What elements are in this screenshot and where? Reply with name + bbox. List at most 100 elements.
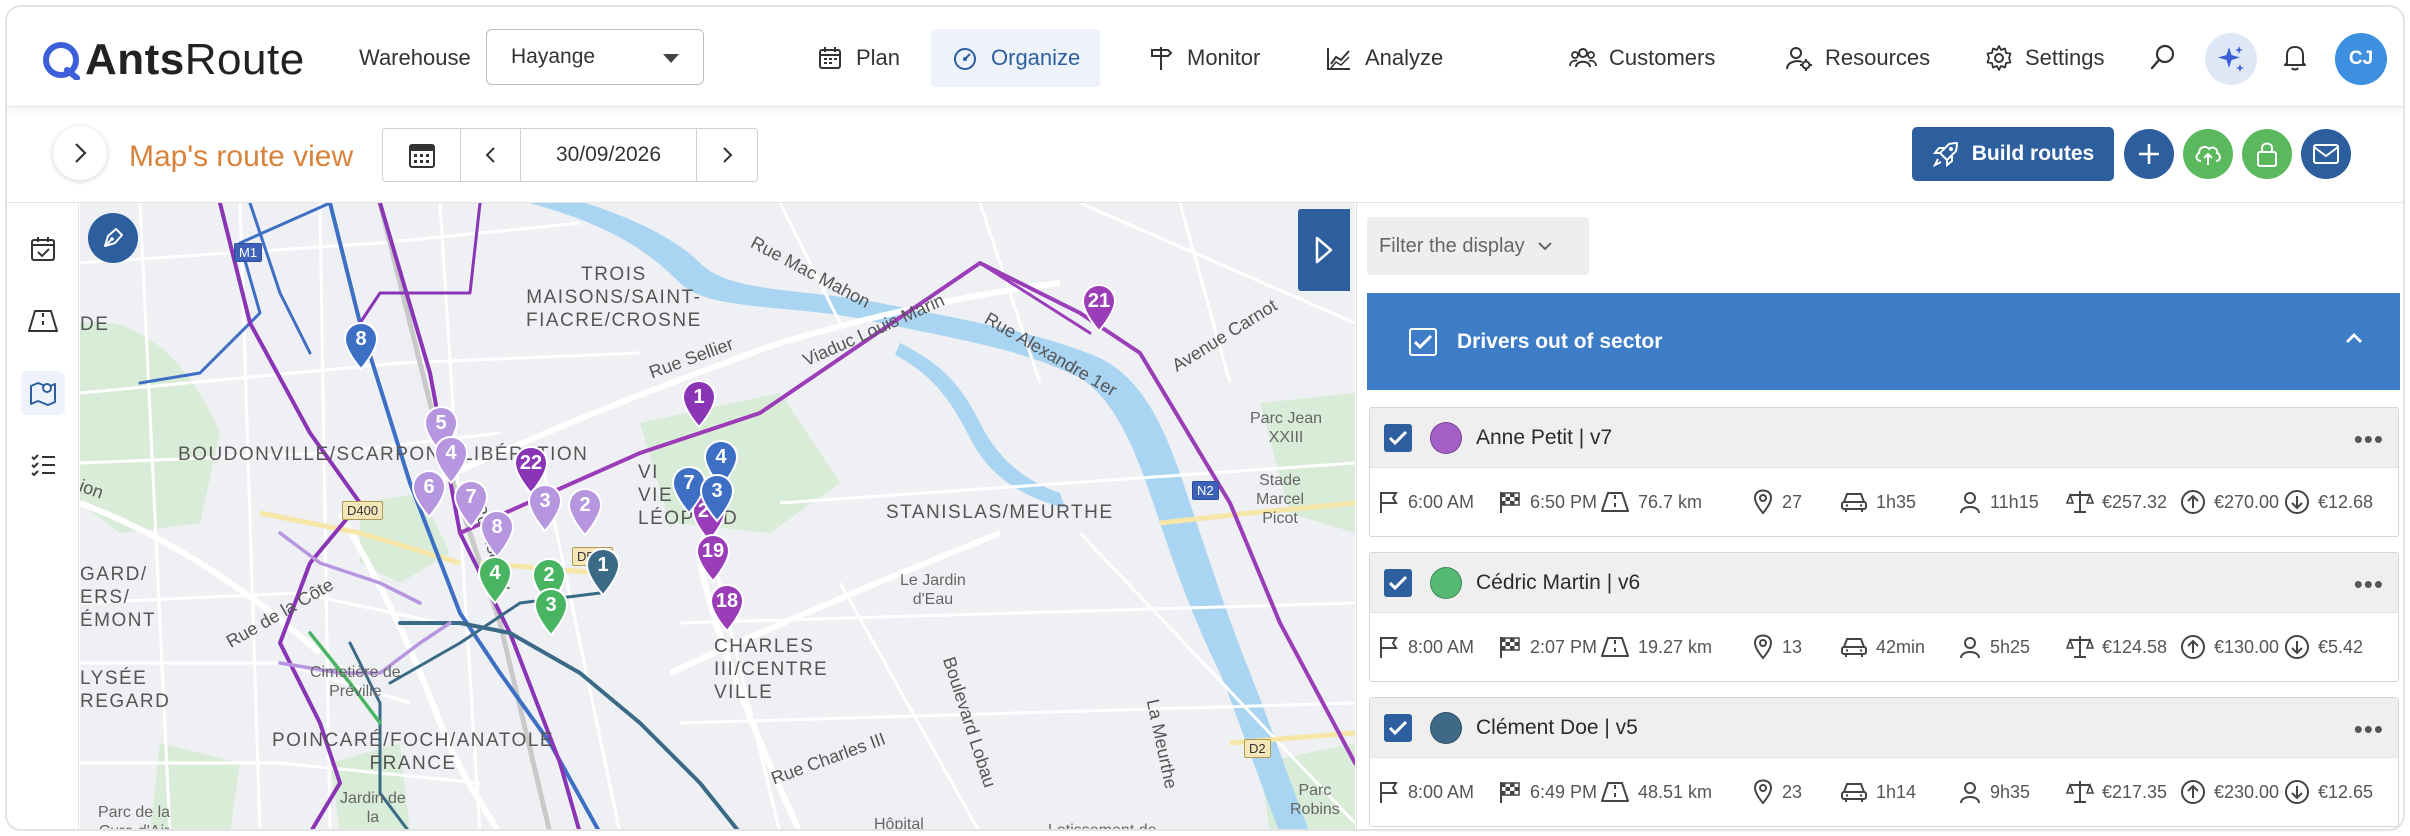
users-icon — [1569, 48, 1597, 68]
driver-card[interactable]: Clément Doe | v5 ••• 8:00 AM 6:49 PM 48.51 k… — [1369, 697, 2399, 827]
brand-name: AntsRoute — [85, 35, 305, 84]
flag-icon — [1380, 492, 1398, 513]
stop-marker[interactable]: 6 — [410, 469, 448, 519]
stat-value: €5.42 — [2318, 636, 2364, 657]
rail-tasks-button[interactable] — [21, 227, 65, 271]
stop-marker[interactable]: 3 — [532, 587, 570, 637]
nav-plan-label: Plan — [856, 45, 901, 70]
stop-marker[interactable]: 4 — [476, 555, 514, 605]
chevron-up-icon[interactable] — [2344, 331, 2364, 345]
map-draw-button[interactable] — [88, 213, 138, 263]
driver-card[interactable]: Anne Petit | v7 ••• 6:00 AM 6:50 PM 76.7 km 2… — [1369, 407, 2399, 537]
road-icon — [1601, 782, 1629, 802]
stat-drive-time: 42min — [1840, 613, 1925, 681]
stat-cost: €257.32 — [2066, 468, 2167, 536]
more-options-button[interactable]: ••• — [2354, 569, 2384, 600]
mail-icon — [2313, 144, 2339, 164]
notifications-button[interactable] — [2275, 37, 2315, 77]
place-label: Stade Marcel Picot — [1256, 472, 1305, 527]
driver-group-header[interactable]: Drivers out of sector — [1367, 293, 2400, 390]
stop-marker[interactable]: 8 — [478, 509, 516, 559]
arrow-up-circle-icon — [2181, 490, 2205, 514]
driver-checkbox[interactable] — [1384, 568, 1412, 597]
stat-stops: 23 — [1752, 758, 1802, 826]
stat-value: 9h35 — [1990, 781, 2031, 802]
district-label: STANISLAS/MEURTHE — [886, 502, 1114, 523]
district-label: POINCARÉ/FOCH/ANATOLE FRANCE — [272, 730, 555, 774]
stop-number: 21 — [1087, 290, 1111, 312]
rail-list-button[interactable] — [21, 443, 65, 487]
rail-roads-button[interactable] — [21, 299, 65, 343]
stop-marker[interactable]: 21 — [1080, 283, 1118, 333]
warehouse-label: Warehouse — [359, 45, 471, 70]
rail-map-button[interactable] — [21, 371, 65, 415]
antsroute-logo[interactable]: AntsRoute — [41, 35, 305, 85]
ai-assistant-button[interactable] — [2205, 33, 2257, 85]
stat-stops: 13 — [1752, 613, 1802, 681]
location-pin-icon — [1753, 634, 1773, 660]
stop-number: 19 — [701, 540, 725, 562]
driver-checkbox[interactable] — [1384, 713, 1412, 742]
stop-marker[interactable]: 3 — [698, 473, 736, 523]
nav-organize[interactable]: Organize — [931, 29, 1101, 87]
stat-value: €217.35 — [2102, 781, 2168, 802]
stat-distance: 19.27 km — [1600, 613, 1712, 681]
expand-sidebar-button[interactable] — [53, 126, 107, 180]
stop-marker[interactable]: 19 — [694, 533, 732, 583]
stop-marker[interactable]: 18 — [708, 583, 746, 633]
previous-day-button[interactable] — [461, 129, 521, 181]
stop-marker[interactable]: 1 — [584, 547, 622, 597]
lock-button[interactable] — [2242, 129, 2292, 179]
scale-icon — [2066, 636, 2094, 658]
stat-value: €270.00 — [2214, 491, 2280, 512]
stat-value: €257.32 — [2102, 491, 2168, 512]
nav-resources[interactable]: Resources — [1765, 29, 1950, 87]
driver-card[interactable]: Cédric Martin | v6 ••• 8:00 AM 2:07 PM 19.27… — [1369, 552, 2399, 682]
nav-monitor[interactable]: Monitor — [1127, 29, 1280, 87]
build-routes-button[interactable]: Build routes — [1912, 127, 2114, 181]
stat-start: 8:00 AM — [1378, 613, 1474, 681]
stat-value: 1h35 — [1876, 491, 1917, 512]
check-icon — [1388, 575, 1408, 590]
user-avatar[interactable]: CJ — [2335, 33, 2387, 85]
driver-icon — [1960, 492, 1980, 514]
more-options-button[interactable]: ••• — [2354, 714, 2384, 745]
stat-revenue: €130.00 — [2180, 613, 2279, 681]
stop-marker[interactable]: 2 — [566, 487, 604, 537]
stop-marker[interactable]: 1 — [680, 379, 718, 429]
driver-checkbox[interactable] — [1384, 423, 1412, 452]
add-button[interactable] — [2124, 129, 2174, 179]
filter-display-dropdown[interactable]: Filter the display — [1367, 217, 1589, 275]
more-options-button[interactable]: ••• — [2354, 424, 2384, 455]
route-map[interactable]: TROIS MAISONS/SAINT- FIACRE/CROSNE BOUDONV… — [80, 203, 1355, 829]
stop-number: 3 — [711, 480, 723, 502]
place-label: Jardin delaVillaMajorelle — [340, 790, 406, 829]
calendar-picker-button[interactable] — [383, 129, 461, 181]
current-date[interactable]: 30/09/2026 — [521, 129, 697, 181]
stat-value: 48.51 km — [1638, 781, 1713, 802]
stop-marker[interactable]: 8 — [342, 321, 380, 371]
road-shield: M1 — [234, 243, 263, 262]
collapse-map-button[interactable] — [1298, 209, 1350, 291]
place-label: Parc Jean XXIII — [1250, 410, 1323, 446]
stop-marker[interactable]: 3 — [526, 483, 564, 533]
cloud-upload-icon — [2195, 145, 2221, 165]
stat-value: 2:07 PM — [1530, 636, 1598, 657]
warehouse-select[interactable]: Hayange — [486, 29, 704, 85]
toolbar: Map's route view 30/09/2026 Build routes — [7, 108, 2403, 203]
nav-customers[interactable]: Customers — [1549, 29, 1735, 87]
nav-analyze[interactable]: Analyze — [1305, 29, 1463, 87]
nav-plan[interactable]: Plan — [796, 29, 920, 87]
search-button[interactable] — [2143, 37, 2183, 77]
driver-icon — [1960, 637, 1980, 659]
stop-number: 18 — [715, 590, 739, 612]
next-day-button[interactable] — [697, 129, 757, 181]
nav-organize-label: Organize — [991, 45, 1081, 70]
group-checkbox[interactable] — [1409, 327, 1437, 356]
stat-value: 11h15 — [1990, 491, 2039, 512]
driver-stats: 8:00 AM 6:49 PM 48.51 km 23 1h14 9h35 €217.35 €… — [1370, 758, 2398, 826]
cloud-sync-button[interactable] — [2183, 129, 2233, 179]
nav-settings[interactable]: Settings — [1965, 29, 2125, 87]
email-button[interactable] — [2301, 129, 2351, 179]
stop-number: 3 — [539, 490, 551, 512]
